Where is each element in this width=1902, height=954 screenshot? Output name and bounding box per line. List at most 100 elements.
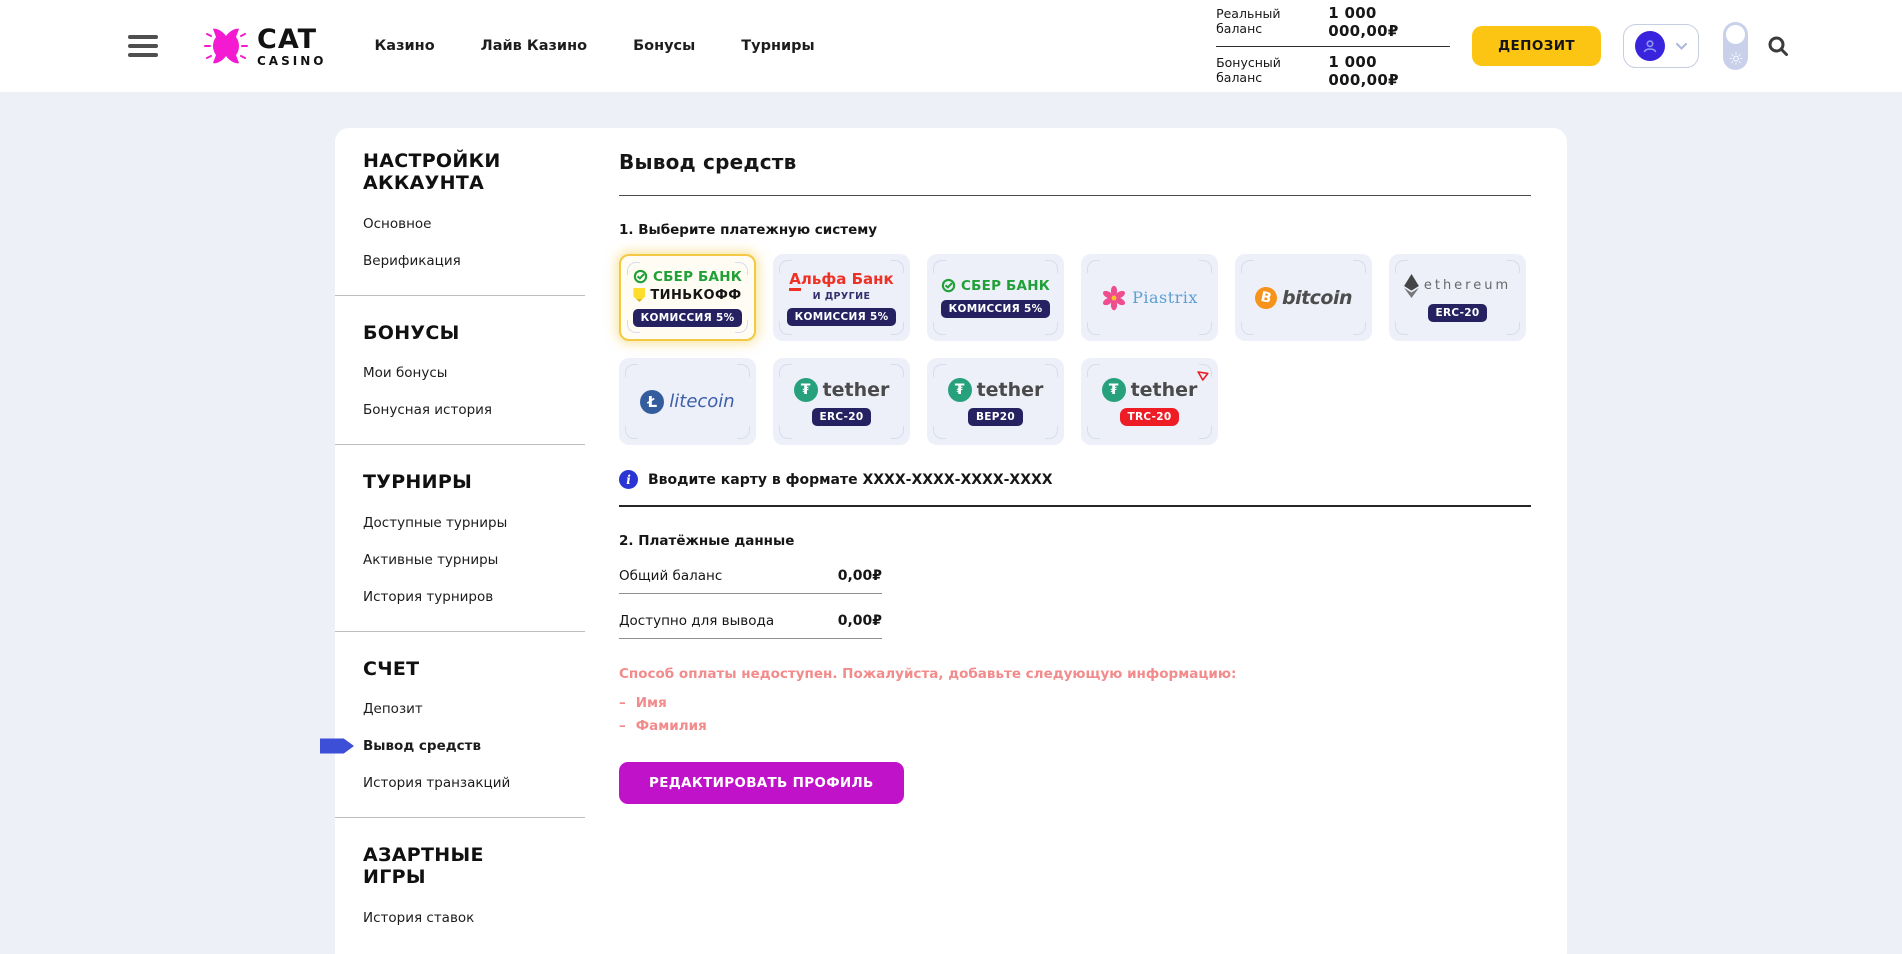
nav-item-bonuses[interactable]: Бонусы xyxy=(633,38,695,54)
real-balance-label: Реальный баланс xyxy=(1216,6,1328,36)
account-sidebar: НАСТРОЙКИ АККАУНТАОсновноеВерификацияБОН… xyxy=(363,142,585,926)
payment-method-alfabank[interactable]: Альфа БанкИ ДРУГИЕКОМИССИЯ 5% xyxy=(773,254,910,341)
tron-icon xyxy=(1197,371,1209,381)
sberbank-check-icon xyxy=(941,278,956,293)
sberbank-logo: СБЕР БАНК xyxy=(633,269,742,285)
sun-icon xyxy=(1729,52,1742,65)
sidebar-item[interactable]: Вывод средств xyxy=(363,738,585,754)
step2-label: 2. Платёжные данные xyxy=(619,533,1531,549)
balance-row-value: 0,00₽ xyxy=(838,568,882,584)
user-avatar-icon xyxy=(1635,31,1665,61)
payment-method-ethereum-erc20[interactable]: ethereumERC-20 xyxy=(1389,254,1526,341)
cat-logo-icon xyxy=(204,26,248,66)
ethereum-logo: ethereum xyxy=(1404,274,1511,298)
sidebar-section-title: БОНУСЫ xyxy=(363,322,535,344)
dash-icon: – xyxy=(619,718,626,734)
payment-badge: КОМИССИЯ 5% xyxy=(787,308,897,326)
payment-badge: КОМИССИЯ 5% xyxy=(633,309,743,327)
payment-badge: TRC-20 xyxy=(1120,408,1180,426)
ethereum-icon xyxy=(1404,274,1419,298)
tether-logo: ₮tether xyxy=(1102,378,1198,402)
tether-logo: ₮tether xyxy=(794,378,890,402)
menu-icon[interactable] xyxy=(128,35,158,57)
edit-profile-button[interactable]: РЕДАКТИРОВАТЬ ПРОФИЛЬ xyxy=(619,762,904,804)
sidebar-item-label: Бонусная история xyxy=(363,402,492,418)
bonus-balance-label: Бонусный баланс xyxy=(1216,55,1328,85)
sidebar-item-label: История турниров xyxy=(363,589,493,605)
sberbank-logo: СБЕР БАНК xyxy=(941,278,1050,294)
payment-methods-grid: СБЕР БАНКТИНЬКОФФКОМИССИЯ 5%Альфа БанкИ … xyxy=(619,254,1531,445)
divider xyxy=(619,505,1531,507)
sidebar-item-label: Вывод средств xyxy=(363,738,481,754)
payment-method-litecoin[interactable]: Łlitecoin xyxy=(619,358,756,445)
payment-method-bitcoin[interactable]: Bbitcoin xyxy=(1235,254,1372,341)
info-note-row: i Вводите карту в формате ХХХХ-ХХХХ-ХХХХ… xyxy=(619,470,1531,489)
withdrawal-content: Вывод средств 1. Выберите платежную сист… xyxy=(619,142,1531,926)
sidebar-item-label: Доступные турниры xyxy=(363,515,507,531)
sidebar-item[interactable]: История турниров xyxy=(363,589,585,605)
balance-row-label: Общий баланс xyxy=(619,568,722,584)
sidebar-item-label: Верификация xyxy=(363,253,461,269)
divider xyxy=(335,444,585,445)
balance-row: Общий баланс 0,00₽ xyxy=(619,568,882,594)
divider xyxy=(335,295,585,296)
real-balance-value: 1 000 000,00₽ xyxy=(1328,4,1450,40)
dash-icon: – xyxy=(619,695,626,711)
sidebar-item[interactable]: Доступные турниры xyxy=(363,515,585,531)
step1-label: 1. Выберите платежную систему xyxy=(619,222,1531,238)
tether-icon: ₮ xyxy=(948,378,972,402)
piastrix-logo: Piastrix xyxy=(1101,285,1198,311)
sidebar-item[interactable]: История транзакций xyxy=(363,775,585,791)
chevron-down-icon xyxy=(1676,43,1687,50)
nav-item-tournaments[interactable]: Турниры xyxy=(741,38,814,54)
tether-logo: ₮tether xyxy=(948,378,1044,402)
payment-method-piastrix[interactable]: Piastrix xyxy=(1081,254,1218,341)
profile-dropdown-button[interactable] xyxy=(1623,24,1699,68)
tinkoff-shield-icon xyxy=(633,288,645,302)
theme-toggle[interactable] xyxy=(1723,22,1748,70)
litecoin-logo: Łlitecoin xyxy=(640,390,734,414)
bitcoin-icon: B xyxy=(1253,284,1279,310)
deposit-button[interactable]: ДЕПОЗИТ xyxy=(1472,26,1601,66)
alfabank-subtext: И ДРУГИЕ xyxy=(813,291,871,302)
payment-method-tether-trc20[interactable]: ₮tether TRC-20 xyxy=(1081,358,1218,445)
payment-badge: ERC-20 xyxy=(812,408,872,426)
divider xyxy=(335,631,585,632)
sidebar-item-label: История ставок xyxy=(363,910,474,926)
sidebar-item-label: Мои бонусы xyxy=(363,365,447,381)
divider xyxy=(619,195,1531,196)
active-marker-icon xyxy=(320,739,354,754)
logo-title: CAT xyxy=(257,26,326,53)
payment-method-sberbank[interactable]: СБЕР БАНККОМИССИЯ 5% xyxy=(927,254,1064,341)
account-panel: НАСТРОЙКИ АККАУНТАОсновноеВерификацияБОН… xyxy=(335,128,1567,954)
payment-method-tether-erc20[interactable]: ₮tether ERC-20 xyxy=(773,358,910,445)
nav-item-casino[interactable]: Казино xyxy=(374,38,434,54)
bonus-balance-row: Бонусный баланс 1 000 000,00₽ xyxy=(1216,47,1450,92)
sidebar-item[interactable]: История ставок xyxy=(363,910,585,926)
sidebar-item[interactable]: Мои бонусы xyxy=(363,365,585,381)
payment-badge: BEP20 xyxy=(968,408,1023,426)
sidebar-item[interactable]: Активные турниры xyxy=(363,552,585,568)
info-icon: i xyxy=(619,470,638,489)
payment-method-sber-tinkoff[interactable]: СБЕР БАНКТИНЬКОФФКОМИССИЯ 5% xyxy=(619,254,756,341)
missing-field-label: Фамилия xyxy=(636,718,707,734)
main-nav: Казино Лайв Казино Бонусы Турниры xyxy=(374,38,814,54)
sidebar-item[interactable]: Депозит xyxy=(363,701,585,717)
search-button[interactable] xyxy=(1766,34,1790,58)
sidebar-item-label: Депозит xyxy=(363,701,423,717)
sidebar-item-label: Активные турниры xyxy=(363,552,498,568)
sidebar-section-title: ТУРНИРЫ xyxy=(363,471,535,493)
sidebar-item[interactable]: Бонусная история xyxy=(363,402,585,418)
missing-field-label: Имя xyxy=(636,695,667,711)
divider xyxy=(335,817,585,818)
sidebar-item[interactable]: Верификация xyxy=(363,253,585,269)
tether-icon: ₮ xyxy=(1102,378,1126,402)
top-header: CAT CASINO Казино Лайв Казино Бонусы Турнир… xyxy=(0,0,1902,92)
nav-item-live-casino[interactable]: Лайв Казино xyxy=(481,38,587,54)
sidebar-section-title: СЧЕТ xyxy=(363,658,535,680)
page-title: Вывод средств xyxy=(619,150,1531,174)
sidebar-item[interactable]: Основное xyxy=(363,216,585,232)
site-logo[interactable]: CAT CASINO xyxy=(204,26,326,67)
payment-method-tether-bep20[interactable]: ₮tether BEP20 xyxy=(927,358,1064,445)
search-icon xyxy=(1766,34,1790,58)
